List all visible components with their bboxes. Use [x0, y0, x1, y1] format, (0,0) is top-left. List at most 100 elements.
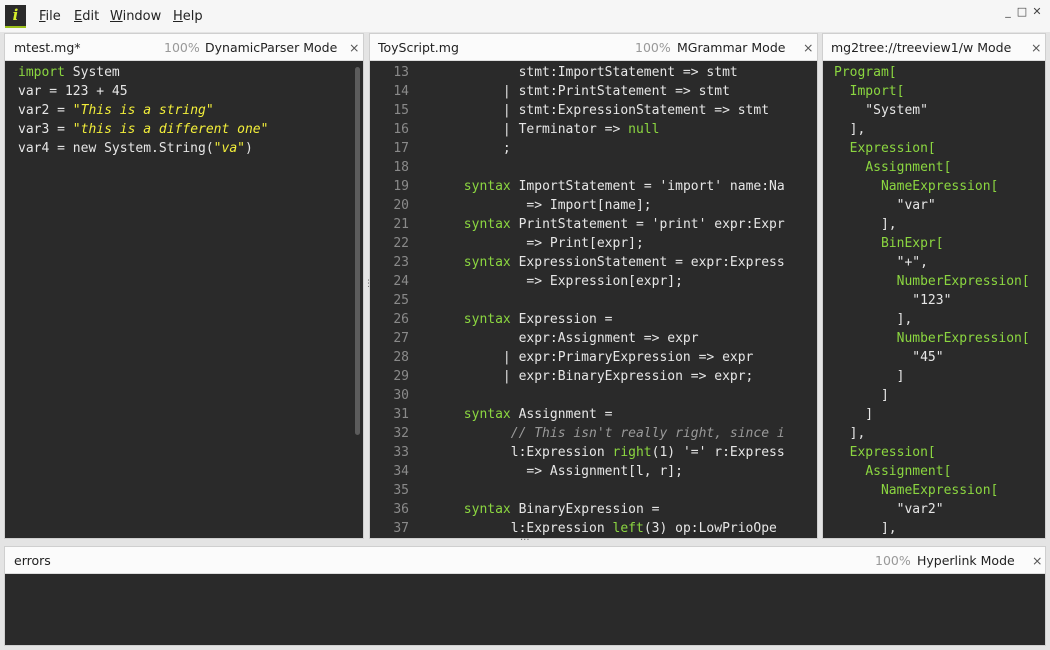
menu-edit-accelerator: E [74, 9, 83, 24]
code-line: 36 syntax BinaryExpression = [370, 500, 817, 519]
code-line: "System" [834, 101, 1045, 120]
string-token: "this is a different one" [72, 122, 269, 137]
close-window-button[interactable]: ✕ [1030, 5, 1044, 18]
menu-window-label: indow [122, 9, 162, 24]
line-number: 31 [393, 407, 409, 422]
pane-title[interactable]: ToyScript.mg [378, 40, 459, 55]
horizontal-splitter-grip-icon[interactable]: ··· [520, 535, 530, 546]
vertical-scrollbar[interactable] [355, 67, 360, 435]
errors-output[interactable] [5, 575, 1045, 645]
code-line: 28 | expr:PrimaryExpression => expr [370, 348, 817, 367]
maximize-button[interactable]: □ [1015, 5, 1029, 18]
keyword-token: NameExpression[ [880, 179, 999, 194]
code-token: "45" [834, 350, 944, 365]
line-number: 25 [393, 293, 409, 308]
close-pane-icon[interactable]: × [803, 40, 813, 55]
code-line: import System [18, 63, 363, 82]
line-number: 35 [393, 483, 409, 498]
menu-help[interactable]: Help [173, 9, 203, 24]
line-number: 21 [393, 217, 409, 232]
minimize-button[interactable]: _ [1001, 5, 1015, 18]
keyword-token: left [612, 521, 644, 536]
keyword-token: right [612, 445, 652, 460]
pane-header: ToyScript.mg 100% MGrammar Mode × [370, 34, 817, 61]
pane-header: mtest.mg* 100% DynamicParser Mode × [5, 34, 363, 61]
code-line: var2 = "This is a string" [18, 101, 363, 120]
code-token: => Assignment[l, r]; [409, 464, 683, 479]
code-token: | Terminator => [409, 122, 629, 137]
keyword-token: syntax [463, 407, 511, 422]
menu-file[interactable]: File [39, 9, 61, 24]
code-editor[interactable]: 13 stmt:ImportStatement => stmt 14 | stmt… [370, 62, 817, 538]
pane-title[interactable]: mtest.mg* [14, 40, 81, 55]
code-token: expr:Assignment => expr [409, 331, 699, 346]
code-token: System [64, 65, 120, 80]
tree-view[interactable]: Program[ Import[ "System" ], Expression[… [823, 62, 1045, 538]
code-token: var4 = new System.String( [18, 141, 214, 156]
keyword-token: syntax [463, 312, 511, 327]
pane-title[interactable]: errors [14, 553, 51, 568]
editor-pane-treeview: mg2tree://treeview1/ w Mode × Program[ I… [822, 33, 1046, 539]
close-pane-icon[interactable]: × [349, 40, 359, 55]
keyword-token: Expression[ [849, 141, 936, 156]
code-line: "var" [834, 196, 1045, 215]
keyword-token: NumberExpression[ [896, 274, 1030, 289]
line-number: 30 [393, 388, 409, 403]
zoom-level: 100% [635, 40, 671, 55]
code-line: ] [834, 386, 1045, 405]
code-token: => Print[expr]; [409, 236, 644, 251]
code-editor[interactable]: import System var = 123 + 45 var2 = "This … [5, 62, 363, 538]
code-token: ], [834, 426, 866, 441]
code-line: 37 l:Expression left(3) op:LowPrioOpe [370, 519, 817, 538]
menu-window[interactable]: Window [110, 9, 161, 24]
code-line: var4 = new System.String("va") [18, 139, 363, 158]
code-token: "var" [834, 198, 936, 213]
code-line: "var2" [834, 500, 1045, 519]
code-line: 16 | Terminator => null [370, 120, 817, 139]
code-token: ], [834, 312, 913, 327]
code-line: Assignment[ [834, 462, 1045, 481]
menu-edit[interactable]: Edit [74, 9, 99, 24]
keyword-token: syntax [463, 502, 511, 517]
menu-edit-label: dit [82, 9, 100, 24]
code-line: BinExpr[ [834, 234, 1045, 253]
mode-label: Hyperlink Mode [917, 553, 1015, 568]
pane-header: mg2tree://treeview1/ w Mode × [823, 34, 1045, 61]
line-number: 15 [393, 103, 409, 118]
code-line: 33 l:Expression right(1) '=' r:Express [370, 443, 817, 462]
code-token: | stmt:PrintStatement => stmt [409, 84, 730, 99]
code-line: var3 = "this is a different one" [18, 120, 363, 139]
code-line: 26 syntax Expression = [370, 310, 817, 329]
mode-label: DynamicParser Mode [205, 40, 338, 55]
code-line: 34 => Assignment[l, r]; [370, 462, 817, 481]
code-line: 24 => Expression[expr]; [370, 272, 817, 291]
line-number: 20 [393, 198, 409, 213]
pane-title[interactable]: mg2tree://treeview1/ [831, 40, 963, 55]
code-line: var = 123 + 45 [18, 82, 363, 101]
keyword-token: NumberExpression[ [896, 331, 1030, 346]
close-pane-icon[interactable]: × [1031, 40, 1041, 55]
close-pane-icon[interactable]: × [1032, 553, 1042, 568]
code-token: => Import[name]; [409, 198, 652, 213]
line-number: 17 [393, 141, 409, 156]
code-token: ExpressionStatement = expr:Express [510, 255, 785, 270]
code-line: 17 ; [370, 139, 817, 158]
string-token: "va" [213, 141, 245, 156]
line-number: 28 [393, 350, 409, 365]
line-number: 16 [393, 122, 409, 137]
code-line: 15 | stmt:ExpressionStatement => stmt [370, 101, 817, 120]
keyword-token: BinExpr[ [880, 236, 944, 251]
line-number: 29 [393, 369, 409, 384]
code-line: 19 syntax ImportStatement = 'import' nam… [370, 177, 817, 196]
menu-help-label: elp [182, 9, 203, 24]
comment-token: // This isn't really right, since i [510, 426, 785, 441]
